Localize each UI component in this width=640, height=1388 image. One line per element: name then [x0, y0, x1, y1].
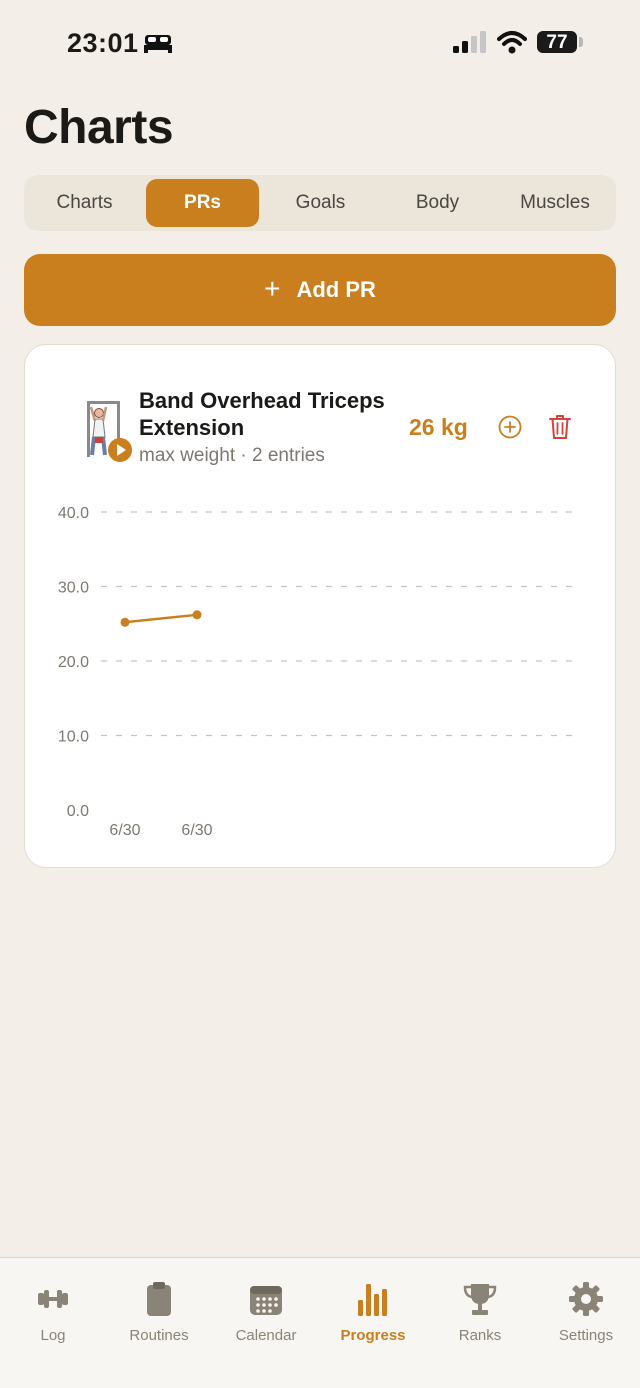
- tab-bar-calendar[interactable]: Calendar: [213, 1280, 319, 1344]
- tab-bar-label-calendar: Calendar: [235, 1327, 297, 1344]
- tab-bar-settings[interactable]: Settings: [533, 1280, 639, 1344]
- tab-bar-ranks[interactable]: Ranks: [427, 1280, 533, 1344]
- tab-bar-label-settings: Settings: [558, 1327, 614, 1344]
- tab-prs[interactable]: PRs: [146, 179, 259, 227]
- pr-line-chart: 0.0 10.0 20.0 30.0 40.0 6/30 6/30: [58, 505, 573, 839]
- tab-charts[interactable]: Charts: [28, 179, 141, 227]
- tab-bar-routines[interactable]: Routines: [106, 1280, 212, 1344]
- y-tick-label: 20.0: [58, 654, 89, 671]
- battery-indicator: 77: [537, 31, 577, 53]
- pr-card[interactable]: Band Overhead Triceps Extension max weig…: [24, 344, 616, 868]
- calendar-icon: [250, 1286, 282, 1315]
- tab-muscles[interactable]: Muscles: [498, 179, 612, 227]
- add-entry-icon[interactable]: [498, 415, 522, 439]
- cellular-signal-icon: [453, 31, 486, 53]
- tab-body[interactable]: Body: [381, 179, 494, 227]
- gear-icon: [569, 1282, 603, 1316]
- clipboard-icon: [147, 1282, 171, 1316]
- dumbbell-icon: [38, 1290, 68, 1308]
- tab-bar-label-log: Log: [40, 1327, 66, 1344]
- tab-bar-label-progress: Progress: [340, 1327, 406, 1344]
- play-icon[interactable]: [108, 438, 132, 462]
- battery-level: 77: [546, 32, 568, 53]
- tab-bar-label-routines: Routines: [129, 1327, 189, 1344]
- add-pr-label: Add PR: [296, 277, 376, 302]
- series-line: [123, 613, 199, 624]
- exercise-subtitle: max weight · 2 entries: [139, 445, 325, 466]
- page-title: Charts: [24, 101, 174, 154]
- wifi-icon: [497, 31, 527, 54]
- status-time: 23:01: [67, 28, 139, 58]
- data-point: [120, 617, 130, 627]
- y-tick-label: 0.0: [67, 803, 89, 820]
- battery-cap: [579, 37, 583, 47]
- trophy-icon: [463, 1284, 497, 1315]
- y-tick-label: 30.0: [58, 580, 89, 597]
- x-tick-label: 6/30: [109, 822, 140, 839]
- plus-icon: +: [264, 272, 281, 304]
- trash-icon[interactable]: [549, 414, 571, 440]
- bed-icon: [144, 35, 172, 53]
- y-tick-label: 10.0: [58, 729, 89, 746]
- y-tick-label: 40.0: [58, 505, 89, 522]
- x-tick-label: 6/30: [181, 822, 212, 839]
- pr-value: 26 kg: [409, 414, 468, 440]
- exercise-name: Band Overhead Triceps Extension: [139, 388, 385, 440]
- tab-bar-label-ranks: Ranks: [458, 1327, 502, 1344]
- tab-bar-log[interactable]: Log: [0, 1280, 106, 1344]
- bar-chart-icon: [358, 1284, 387, 1316]
- bottom-tab-bar: Log Routines Calendar Progress Ranks Set…: [0, 1257, 640, 1388]
- add-pr-button[interactable]: + Add PR: [24, 254, 616, 326]
- tab-goals[interactable]: Goals: [264, 179, 377, 227]
- data-point: [192, 610, 202, 620]
- tab-bar-progress[interactable]: Progress: [320, 1280, 426, 1344]
- status-bar: 23:01 77: [0, 0, 640, 90]
- segmented-control: Charts PRs Goals Body Muscles: [24, 175, 616, 231]
